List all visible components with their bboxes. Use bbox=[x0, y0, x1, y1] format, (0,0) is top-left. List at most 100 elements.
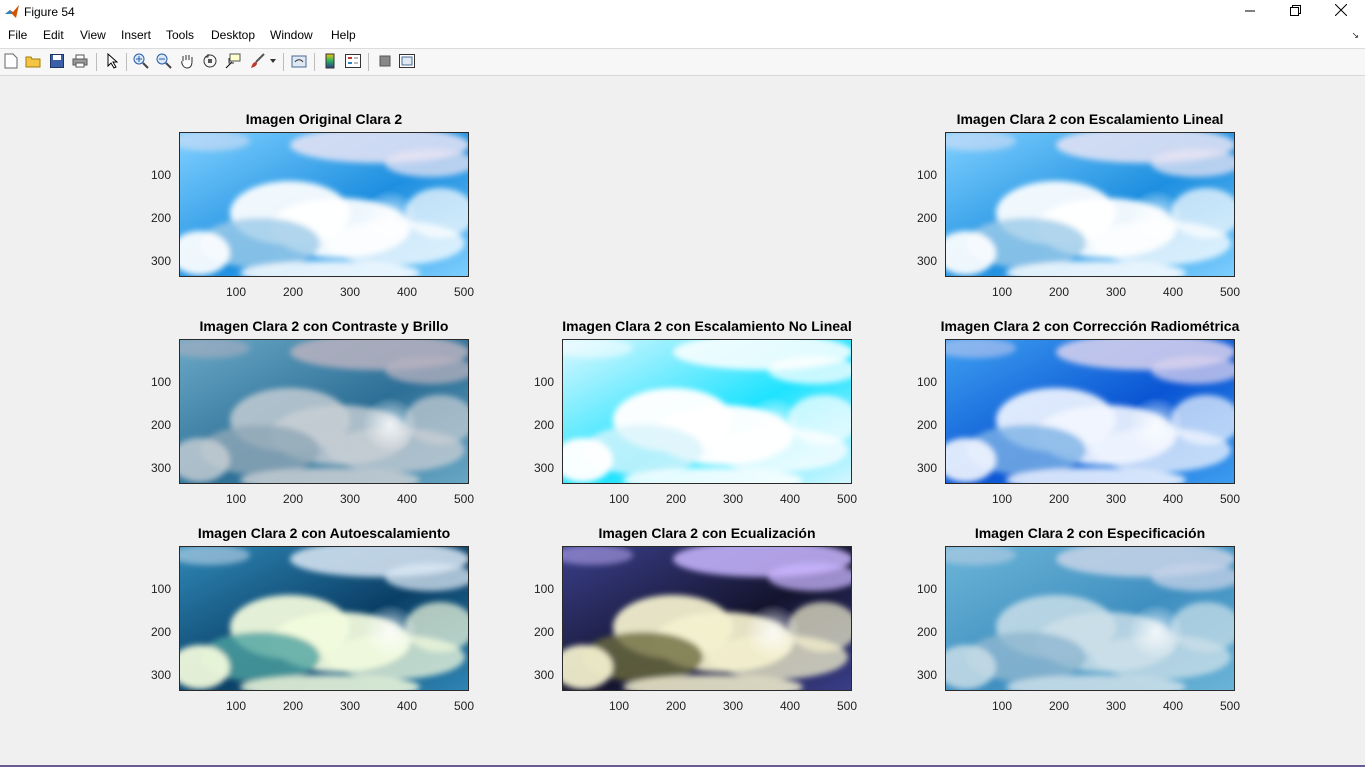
y-tick-label: 100 bbox=[916, 375, 937, 389]
x-tick-label: 400 bbox=[779, 699, 801, 713]
print-icon[interactable] bbox=[71, 52, 89, 70]
y-tick-label: 200 bbox=[916, 211, 937, 225]
y-tick-label: 100 bbox=[916, 168, 937, 182]
subplot-image[interactable] bbox=[562, 339, 852, 484]
new-figure-icon[interactable] bbox=[2, 52, 20, 70]
menu-view[interactable]: View bbox=[80, 28, 106, 42]
open-file-icon[interactable] bbox=[24, 52, 42, 70]
subplot-title: Imagen Clara 2 con Corrección Radiométri… bbox=[940, 318, 1240, 334]
subplot-image[interactable] bbox=[945, 132, 1235, 277]
x-tick-label: 100 bbox=[991, 492, 1013, 506]
x-tick-label: 200 bbox=[282, 492, 304, 506]
show-plot-tools-icon[interactable] bbox=[398, 52, 416, 70]
y-tick-label: 300 bbox=[150, 668, 171, 682]
brush-icon[interactable] bbox=[249, 52, 267, 70]
subplot-image[interactable] bbox=[179, 546, 469, 691]
restore-icon bbox=[1289, 3, 1301, 21]
x-tick-label: 300 bbox=[339, 492, 361, 506]
y-tick-label: 300 bbox=[916, 668, 937, 682]
y-tick-label: 200 bbox=[150, 418, 171, 432]
toolbar-separator bbox=[368, 53, 369, 71]
x-tick-label: 500 bbox=[836, 699, 858, 713]
x-tick-label: 500 bbox=[453, 285, 475, 299]
x-tick-label: 100 bbox=[225, 699, 247, 713]
x-tick-label: 500 bbox=[836, 492, 858, 506]
subplot-title: Imagen Clara 2 con Escalamiento Lineal bbox=[956, 111, 1224, 127]
hide-plot-tools-icon[interactable] bbox=[376, 52, 394, 70]
pan-hand-icon[interactable] bbox=[178, 52, 196, 70]
matlab-logo-icon bbox=[4, 4, 20, 20]
x-tick-label: 200 bbox=[282, 699, 304, 713]
subplot-image[interactable] bbox=[562, 546, 852, 691]
toolbar-separator bbox=[283, 53, 284, 71]
subplot-image[interactable] bbox=[179, 339, 469, 484]
x-tick-label: 300 bbox=[339, 285, 361, 299]
y-tick-label: 300 bbox=[533, 668, 554, 682]
y-tick-label: 200 bbox=[150, 211, 171, 225]
x-tick-label: 400 bbox=[1162, 285, 1184, 299]
x-tick-label: 400 bbox=[1162, 492, 1184, 506]
edit-plot-arrow-icon[interactable] bbox=[103, 52, 121, 70]
colorbar-icon[interactable] bbox=[321, 52, 339, 70]
save-icon[interactable] bbox=[48, 52, 66, 70]
window-titlebar: Figure 54 bbox=[0, 0, 1365, 24]
zoom-in-icon[interactable] bbox=[132, 52, 150, 70]
toolbar-separator bbox=[126, 53, 127, 71]
dock-arrow-icon[interactable]: ↘ bbox=[1351, 30, 1359, 41]
close-button[interactable] bbox=[1318, 0, 1364, 24]
menu-bar: File Edit View Insert Tools Desktop Wind… bbox=[0, 24, 1365, 49]
subplot-title: Imagen Clara 2 con Autoescalamiento bbox=[197, 525, 451, 541]
zoom-out-icon[interactable] bbox=[155, 52, 173, 70]
x-tick-label: 500 bbox=[453, 699, 475, 713]
subplot-image[interactable] bbox=[945, 546, 1235, 691]
subplot-title: Imagen Original Clara 2 bbox=[245, 111, 403, 127]
x-tick-label: 400 bbox=[779, 492, 801, 506]
menu-window[interactable]: Window bbox=[270, 28, 313, 42]
y-tick-label: 100 bbox=[533, 375, 554, 389]
link-plot-icon[interactable] bbox=[290, 52, 308, 70]
y-tick-label: 300 bbox=[150, 461, 171, 475]
x-tick-label: 400 bbox=[1162, 699, 1184, 713]
rotate-3d-icon[interactable] bbox=[201, 52, 219, 70]
x-tick-label: 300 bbox=[339, 699, 361, 713]
menu-file[interactable]: File bbox=[8, 28, 27, 42]
x-tick-label: 500 bbox=[1219, 285, 1241, 299]
subplot-title: Imagen Clara 2 con Ecualización bbox=[598, 525, 816, 541]
x-tick-label: 300 bbox=[722, 699, 744, 713]
y-tick-label: 300 bbox=[916, 461, 937, 475]
x-tick-label: 300 bbox=[1105, 285, 1127, 299]
x-tick-label: 400 bbox=[396, 492, 418, 506]
y-tick-label: 300 bbox=[533, 461, 554, 475]
minimize-icon bbox=[1245, 3, 1255, 21]
y-tick-label: 100 bbox=[916, 582, 937, 596]
restore-button[interactable] bbox=[1272, 0, 1318, 24]
menu-desktop[interactable]: Desktop bbox=[211, 28, 255, 42]
data-cursor-icon[interactable] bbox=[224, 52, 242, 70]
y-tick-label: 100 bbox=[150, 168, 171, 182]
toolbar-separator bbox=[314, 53, 315, 71]
brush-dropdown-icon[interactable] bbox=[268, 52, 278, 70]
close-icon bbox=[1334, 3, 1348, 21]
menu-tools[interactable]: Tools bbox=[166, 28, 194, 42]
minimize-button[interactable] bbox=[1227, 0, 1273, 24]
legend-icon[interactable] bbox=[344, 52, 362, 70]
subplot-title: Imagen Clara 2 con Especificación bbox=[974, 525, 1206, 541]
x-tick-label: 200 bbox=[1048, 699, 1070, 713]
x-tick-label: 300 bbox=[1105, 492, 1127, 506]
subplot-image[interactable] bbox=[179, 132, 469, 277]
x-tick-label: 400 bbox=[396, 285, 418, 299]
menu-edit[interactable]: Edit bbox=[43, 28, 64, 42]
subplot-image[interactable] bbox=[945, 339, 1235, 484]
y-tick-label: 100 bbox=[533, 582, 554, 596]
y-tick-label: 200 bbox=[916, 418, 937, 432]
x-tick-label: 400 bbox=[396, 699, 418, 713]
x-tick-label: 100 bbox=[225, 492, 247, 506]
y-tick-label: 300 bbox=[150, 254, 171, 268]
x-tick-label: 100 bbox=[225, 285, 247, 299]
menu-help[interactable]: Help bbox=[331, 28, 356, 42]
x-tick-label: 300 bbox=[722, 492, 744, 506]
y-tick-label: 300 bbox=[916, 254, 937, 268]
x-tick-label: 100 bbox=[608, 699, 630, 713]
y-tick-label: 100 bbox=[150, 582, 171, 596]
menu-insert[interactable]: Insert bbox=[121, 28, 151, 42]
